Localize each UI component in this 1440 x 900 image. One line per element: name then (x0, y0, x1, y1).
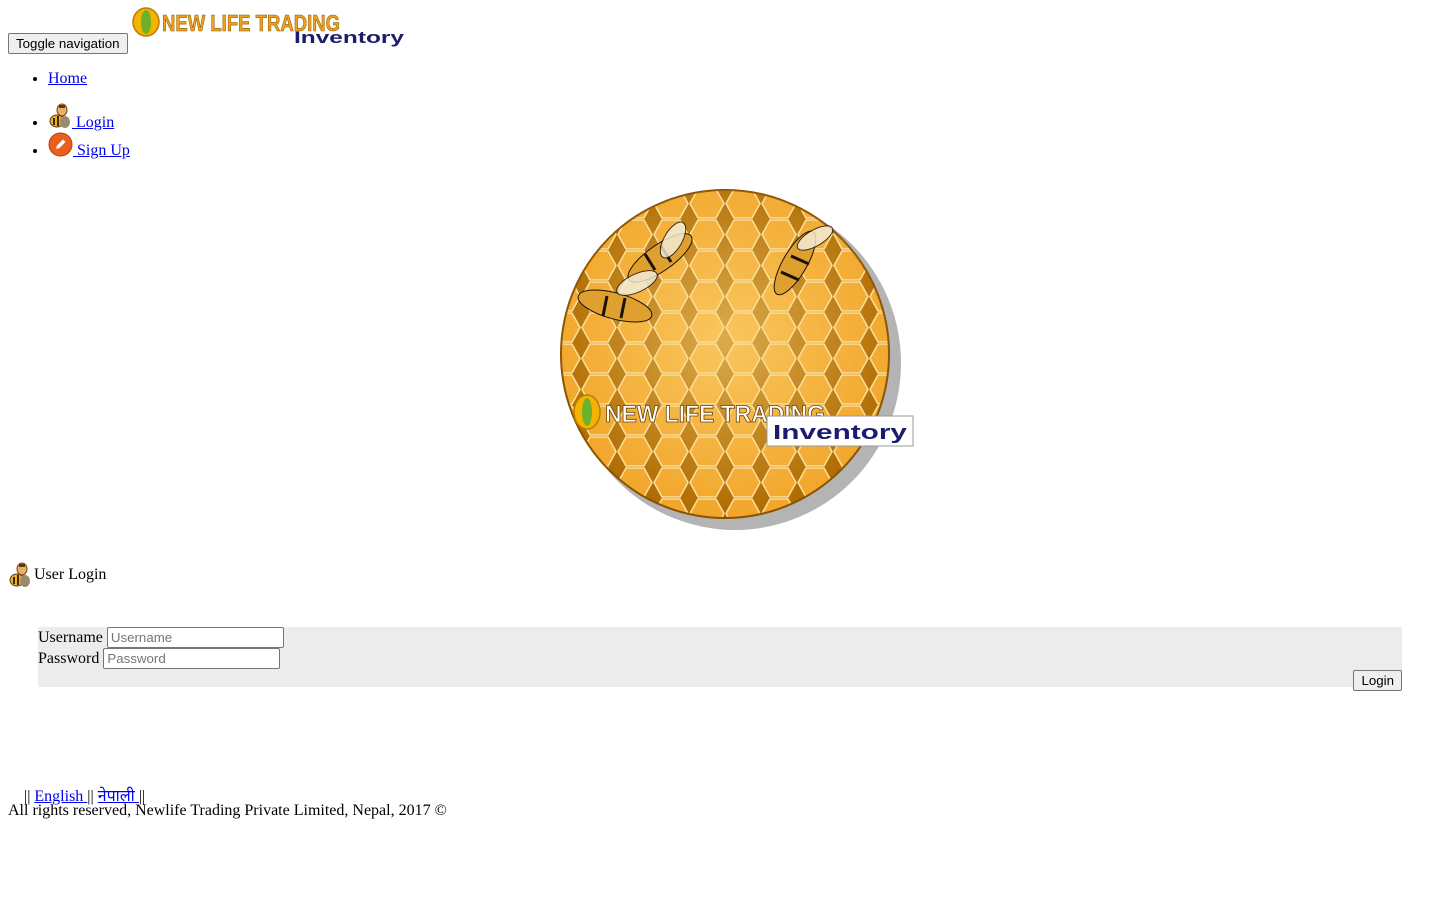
nav-item-home: Home (48, 70, 87, 88)
brand-logo[interactable]: NEW LIFE TRADING Inventory (132, 6, 406, 48)
nav-item-signup: Sign Up (48, 132, 130, 160)
bee-user-icon (9, 562, 30, 587)
username-label: Username (38, 628, 103, 646)
login-panel-title-text: User Login (34, 566, 107, 583)
password-label: Password (38, 649, 100, 667)
nav-link-login-label: Login (76, 114, 115, 131)
login-submit-button[interactable]: Login (1353, 670, 1402, 691)
nav-link-signup-label: Sign Up (77, 142, 130, 159)
nav-link-signup[interactable]: Sign Up (48, 132, 130, 159)
login-panel-title: User Login (8, 562, 106, 588)
hero-honeycomb-logo: NEW LIFE TRADING Inventory (560, 189, 914, 530)
username-row: Username (38, 627, 284, 648)
brand-logo-line2: Inventory (294, 28, 405, 47)
password-row: Password (38, 648, 281, 669)
nav-link-home[interactable]: Home (48, 70, 87, 87)
nav-link-login[interactable]: Login (48, 103, 115, 131)
nav-item-login: Login (48, 103, 114, 132)
login-form: Username Password Login (38, 627, 1402, 691)
toggle-navigation-button[interactable]: Toggle navigation (8, 33, 128, 54)
password-input[interactable] (103, 648, 281, 669)
copyright-text: All rights reserved, Newlife Trading Pri… (8, 802, 447, 819)
pencil-icon (48, 132, 73, 157)
bee-user-icon (49, 103, 70, 128)
hero-brand-line2: Inventory (773, 422, 908, 444)
username-input[interactable] (106, 627, 284, 648)
